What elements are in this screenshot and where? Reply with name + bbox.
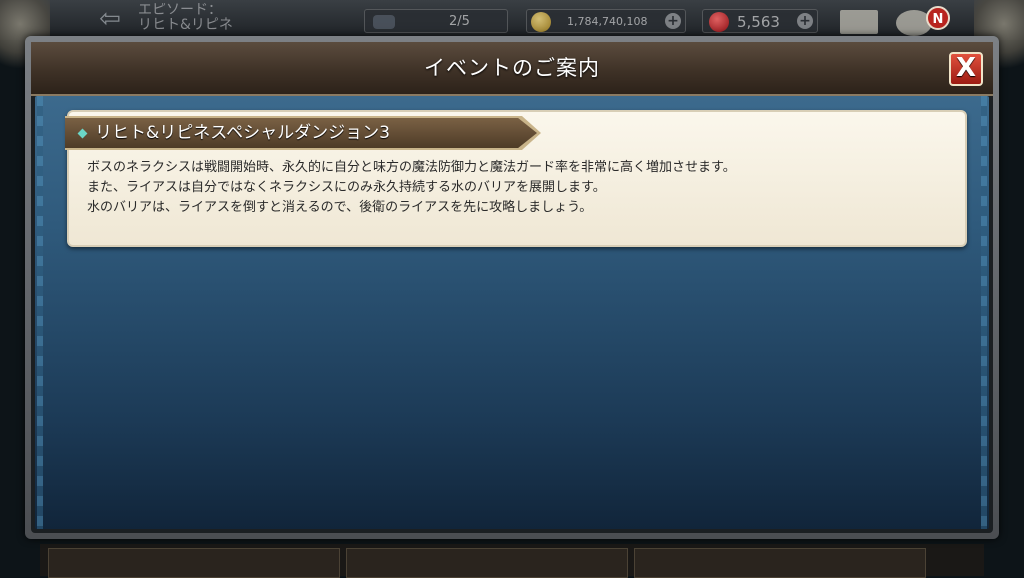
gold-value: 1,784,740,108	[567, 15, 648, 28]
bottom-tab	[48, 548, 340, 578]
dialog-header: イベントのご案内 X	[31, 42, 993, 96]
event-description-line: また、ライアスは自分ではなくネラクシスにのみ永久持続する水のバリアを展開します。	[87, 180, 606, 195]
event-description-line: ボスのネラクシスは戦闘開始時、永久的に自分と味方の魔法防御力と魔法ガード率を非常…	[87, 160, 736, 175]
stamina-icon	[373, 15, 395, 29]
ruby-gem-icon	[709, 12, 729, 32]
event-description-line: 水のバリアは、ライアスを倒すと消えるので、後衛のライアスを先に攻略しましょう。	[87, 200, 593, 215]
close-button[interactable]: X	[949, 52, 983, 86]
bottom-menu-strip	[40, 544, 984, 578]
dialog-title: イベントのご案内	[424, 56, 600, 80]
gem-value: 5,563	[737, 13, 780, 31]
decorative-border-left	[37, 96, 43, 529]
decorative-border-right	[981, 96, 987, 529]
back-arrow-icon[interactable]: ⇦	[88, 6, 132, 32]
event-title-ribbon: リヒト&リピネスペシャルダンジョン3	[65, 118, 537, 148]
add-gems-plus-icon[interactable]: +	[797, 13, 813, 29]
dialog-body: リヒト&リピネスペシャルダンジョン3 ボスのネラクシスは戦闘開始時、永久的に自分…	[35, 96, 989, 529]
episode-title-line1: エピソード：	[138, 3, 222, 18]
top-status-bar: ⇦ エピソード： リヒト&リピネ 2/5 1,784,740,108 + 5,5…	[0, 0, 1024, 80]
bottom-tab	[634, 548, 926, 578]
gold-coin-icon	[531, 12, 551, 32]
dialog-frame: イベントのご案内 X リヒト&リピネスペシャルダンジョン3 ボスのネラクシスは戦…	[31, 42, 993, 533]
bottom-tab	[346, 548, 628, 578]
gold-counter: 1,784,740,108 +	[526, 9, 686, 33]
diamond-bullet-icon	[77, 128, 88, 139]
event-info-dialog: イベントのご案内 X リヒト&リピネスペシャルダンジョン3 ボスのネラクシスは戦…	[25, 36, 999, 539]
stamina-value: 2/5	[449, 14, 470, 29]
gem-counter: 5,563 +	[702, 9, 818, 33]
episode-title-line2: リヒト&リピネ	[138, 17, 233, 33]
event-info-card: リヒト&リピネスペシャルダンジョン3 ボスのネラクシスは戦闘開始時、永久的に自分…	[65, 110, 967, 247]
episode-title: エピソード： リヒト&リピネ	[138, 3, 268, 37]
event-description: ボスのネラクシスは戦闘開始時、永久的に自分と味方の魔法防御力と魔法ガード率を非常…	[87, 158, 945, 218]
add-gold-plus-icon[interactable]: +	[665, 13, 681, 29]
mail-icon[interactable]	[840, 10, 878, 34]
stamina-counter: 2/5	[364, 9, 508, 33]
event-title: リヒト&リピネスペシャルダンジョン3	[95, 123, 390, 143]
notification-badge[interactable]: N	[926, 6, 950, 30]
